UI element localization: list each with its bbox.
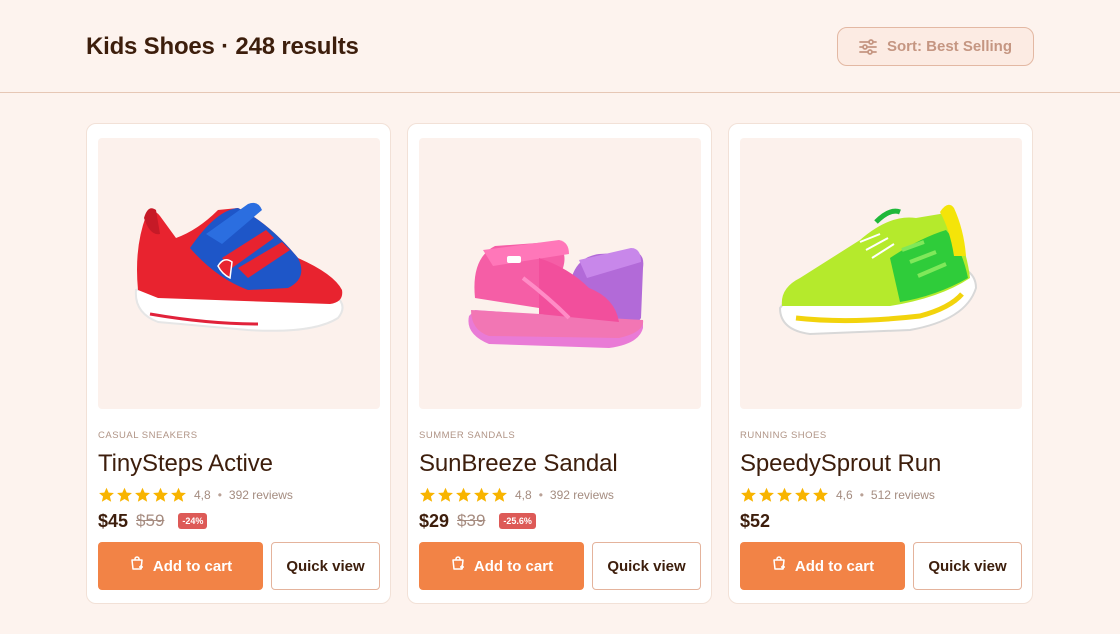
separator-dot: •	[217, 488, 222, 502]
product-category: SUMMER SANDALS	[419, 430, 516, 441]
price: $45	[98, 510, 129, 531]
separator-dot: •	[859, 488, 864, 502]
separator-dot: •	[538, 488, 543, 502]
discount-badge: -25.6%	[499, 513, 536, 529]
add-to-cart-label: Add to cart	[473, 557, 554, 575]
product-name[interactable]: SpeedySprout Run	[740, 450, 941, 478]
product-image[interactable]	[740, 138, 1022, 409]
product-image[interactable]	[98, 138, 380, 409]
price: $52	[740, 510, 771, 531]
price: $29	[419, 510, 450, 531]
star-icon	[777, 487, 792, 502]
quick-view-button[interactable]: Quick view	[592, 542, 701, 590]
sort-button[interactable]: Sort: Best Selling	[837, 27, 1034, 66]
price-row: $52	[740, 510, 770, 532]
star-icon	[99, 487, 114, 502]
product-category: RUNNING SHOES	[740, 430, 827, 441]
rating-row: 4,8 • 392 reviews	[419, 487, 614, 503]
old-price: $59	[136, 511, 165, 530]
star-icon	[741, 487, 756, 502]
star-icon	[759, 487, 774, 502]
star-icon	[456, 487, 471, 502]
review-count[interactable]: 512 reviews	[871, 488, 935, 502]
product-image[interactable]	[419, 138, 701, 409]
running-shoe-image	[778, 204, 978, 336]
star-rating	[740, 487, 829, 503]
quick-view-button[interactable]: Quick view	[913, 542, 1022, 590]
star-icon	[492, 487, 507, 502]
star-icon	[135, 487, 150, 502]
quick-view-button[interactable]: Quick view	[271, 542, 380, 590]
star-rating	[98, 487, 187, 503]
rating-value: 4,8	[515, 488, 532, 502]
review-count[interactable]: 392 reviews	[550, 488, 614, 502]
star-rating	[419, 487, 508, 503]
product-card-tinysteps[interactable]: CASUAL SNEAKERS TinySteps Active 4,8 • 3…	[86, 123, 391, 604]
rating-value: 4,8	[194, 488, 211, 502]
review-count[interactable]: 392 reviews	[229, 488, 293, 502]
star-icon	[795, 487, 810, 502]
page-header: Kids Shoes · 248 results Sort: Best Sell…	[0, 0, 1120, 93]
sandal-image	[468, 240, 644, 348]
product-card-speedysprout[interactable]: RUNNING SHOES SpeedySprout Run 4,6 • 512…	[728, 123, 1033, 604]
old-price: $39	[457, 511, 486, 530]
cart-icon	[129, 556, 145, 576]
add-to-cart-button[interactable]: Add to cart	[740, 542, 905, 590]
add-to-cart-label: Add to cart	[152, 557, 233, 575]
star-icon	[438, 487, 453, 502]
sort-label: Sort: Best Selling	[886, 38, 1013, 55]
rating-row: 4,8 • 392 reviews	[98, 487, 293, 503]
product-card-sunbreeze[interactable]: SUMMER SANDALS SunBreeze Sandal 4,8 • 39…	[407, 123, 712, 604]
star-icon	[813, 487, 828, 502]
sliders-icon	[859, 38, 877, 55]
add-to-cart-label: Add to cart	[794, 557, 875, 575]
product-category: CASUAL SNEAKERS	[98, 430, 198, 441]
cart-icon	[450, 556, 466, 576]
add-to-cart-button[interactable]: Add to cart	[98, 542, 263, 590]
rating-row: 4,6 • 512 reviews	[740, 487, 935, 503]
star-icon	[474, 487, 489, 502]
rating-value: 4,6	[836, 488, 853, 502]
star-icon	[117, 487, 132, 502]
price-row: $29 $39 -25.6%	[419, 510, 536, 532]
sneaker-image	[134, 202, 344, 332]
star-icon	[153, 487, 168, 502]
product-name[interactable]: TinySteps Active	[98, 450, 273, 478]
star-icon	[420, 487, 435, 502]
discount-badge: -24%	[178, 513, 208, 529]
cart-icon	[771, 556, 787, 576]
star-icon	[171, 487, 186, 502]
add-to-cart-button[interactable]: Add to cart	[419, 542, 584, 590]
price-row: $45 $59 -24%	[98, 510, 208, 532]
page-title: Kids Shoes · 248 results	[86, 33, 359, 60]
product-name[interactable]: SunBreeze Sandal	[419, 450, 618, 478]
